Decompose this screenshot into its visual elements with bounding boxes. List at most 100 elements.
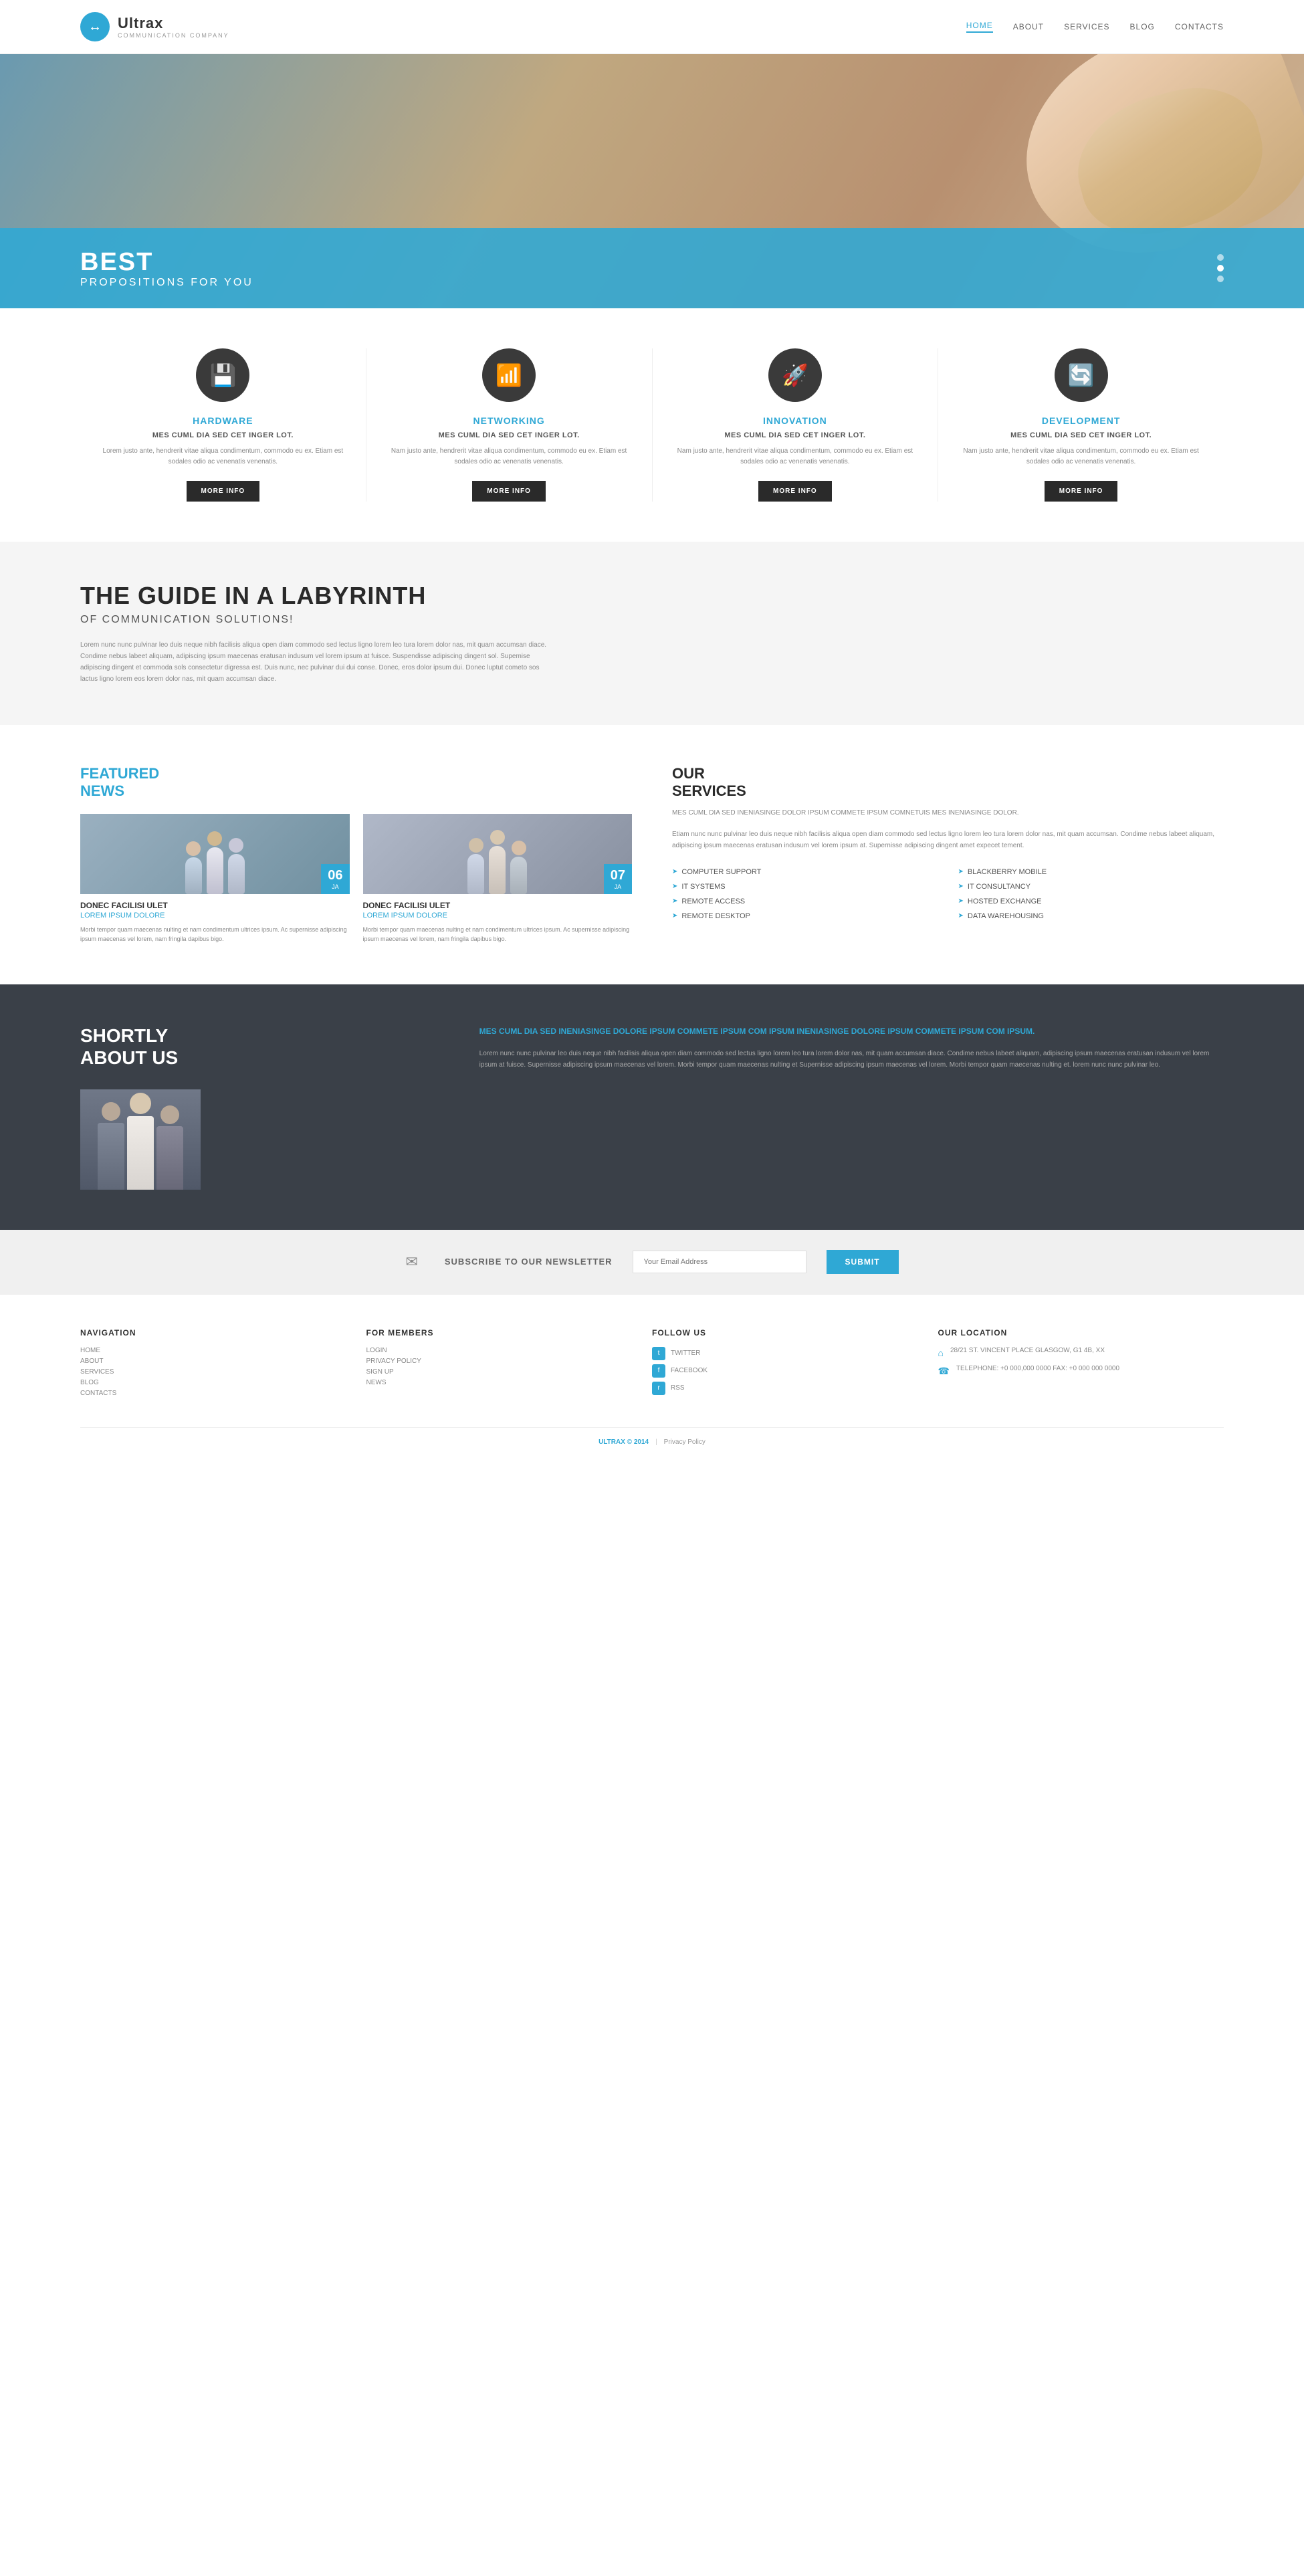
- footer-nav-contacts[interactable]: CONTACTS: [80, 1390, 353, 1397]
- hero-text: BEST PROPOSITIONS FOR YOU: [80, 248, 253, 289]
- nav-services[interactable]: SERVICES: [1064, 22, 1109, 31]
- development-more-info[interactable]: MORE INFO: [1045, 481, 1118, 502]
- networking-desc: Nam justo ante, hendrerit vitae aliqua c…: [380, 446, 639, 467]
- chevron-right-icon: ➤: [958, 897, 964, 905]
- service-remote-access[interactable]: ➤ REMOTE ACCESS: [672, 894, 938, 909]
- logo-icon: ↔: [80, 12, 110, 41]
- phone-icon: ☎: [938, 1366, 950, 1377]
- services-columns: ➤ COMPUTER SUPPORT ➤ IT SYSTEMS ➤ REMOTE…: [672, 865, 1224, 924]
- footer-separator: |: [655, 1438, 657, 1446]
- news-card-1-desc: Morbi tempor quam maecenas nulting et na…: [80, 925, 350, 944]
- email-icon: ✉: [405, 1253, 417, 1271]
- hardware-desc: Lorem justo ante, hendrerit vitae aliqua…: [94, 446, 352, 467]
- hardware-sub: MES CUML DIA SED CET INGER LOT.: [152, 431, 294, 439]
- networking-more-info[interactable]: MORE INFO: [472, 481, 546, 502]
- newsletter-label: SUBSCRIBE TO OUR NEWSLETTER: [445, 1257, 613, 1267]
- news-img-people-1: [80, 814, 350, 894]
- innovation-icon: 🚀: [768, 348, 822, 402]
- innovation-sub: MES CUML DIA SED CET INGER LOT.: [724, 431, 865, 439]
- footer-members-news[interactable]: NEWS: [366, 1379, 639, 1386]
- facebook-label: FACEBOOK: [671, 1367, 708, 1374]
- news-card-1-sub: LOREM IPSUM DOLORE: [80, 911, 350, 920]
- service-hosted-exchange[interactable]: ➤ HOSTED EXCHANGE: [958, 894, 1224, 909]
- footer-members-signup[interactable]: SIGN UP: [366, 1368, 639, 1376]
- footer-nav-title: NAVIGATION: [80, 1328, 353, 1337]
- logo-name: Ultrax: [118, 15, 229, 32]
- featured-news: FEATURED NEWS: [80, 765, 632, 944]
- hero-dot-1[interactable]: [1217, 254, 1224, 261]
- newsletter-email-input[interactable]: [633, 1251, 806, 1273]
- news-card-2-title: DONEC FACILISI ULET: [363, 901, 633, 910]
- about-section: SHORTLY ABOUT US MES CUML DIA SED I: [0, 984, 1304, 1230]
- footer-facebook[interactable]: f FACEBOOK: [652, 1364, 925, 1378]
- footer-rss[interactable]: r RSS: [652, 1382, 925, 1395]
- labyrinth-title: THE GUIDE IN A LABYRINTH: [80, 582, 1224, 610]
- feature-hardware: 💾 HARDWARE MES CUML DIA SED CET INGER LO…: [80, 348, 366, 502]
- service-it-consultancy[interactable]: ➤ IT CONSULTANCY: [958, 879, 1224, 894]
- footer-twitter[interactable]: t TWITTER: [652, 1347, 925, 1360]
- content-section: FEATURED NEWS: [0, 725, 1304, 984]
- footer-members-col: FOR MEMBERS LOGIN PRIVACY POLICY SIGN UP…: [366, 1328, 653, 1400]
- about-people-image: [80, 1089, 201, 1190]
- footer-social-title: FOLLOW US: [652, 1328, 925, 1337]
- networking-sub: MES CUML DIA SED CET INGER LOT.: [439, 431, 580, 439]
- nav-about[interactable]: ABOUT: [1013, 22, 1044, 31]
- service-data-warehousing[interactable]: ➤ DATA WAREHOUSING: [958, 909, 1224, 924]
- footer-bottom: ULTRAX © 2014 | Privacy Policy: [80, 1427, 1224, 1446]
- logo: ↔ Ultrax COMMUNICATION COMPANY: [80, 12, 229, 41]
- hero-section: BEST PROPOSITIONS FOR YOU: [0, 54, 1304, 308]
- footer-nav-about[interactable]: ABOUT: [80, 1358, 353, 1365]
- feature-innovation: 🚀 INNOVATION MES CUML DIA SED CET INGER …: [653, 348, 939, 502]
- hardware-icon: 💾: [196, 348, 249, 402]
- logo-text: Ultrax COMMUNICATION COMPANY: [118, 15, 229, 39]
- chevron-right-icon: ➤: [958, 868, 964, 875]
- chevron-right-icon: ➤: [672, 897, 677, 905]
- footer: NAVIGATION HOME ABOUT SERVICES BLOG CONT…: [0, 1294, 1304, 1466]
- footer-location-title: OUR LOCATION: [938, 1328, 1211, 1337]
- hero-dot-2[interactable]: [1217, 265, 1224, 272]
- hero-dot-3[interactable]: [1217, 276, 1224, 282]
- footer-brand: ULTRAX © 2014: [599, 1438, 649, 1446]
- news-cards: 06 JA DONEC FACILISI ULET LOREM IPSUM DO…: [80, 814, 632, 944]
- networking-title: NETWORKING: [473, 415, 545, 426]
- chevron-right-icon: ➤: [672, 868, 677, 875]
- news-date-2: 07 JA: [604, 864, 632, 894]
- service-it-systems[interactable]: ➤ IT SYSTEMS: [672, 879, 938, 894]
- nav-home[interactable]: HOME: [966, 21, 993, 33]
- service-computer-support[interactable]: ➤ COMPUTER SUPPORT: [672, 865, 938, 879]
- our-services-label: OUR SERVICES: [672, 765, 1224, 800]
- logo-sub: COMMUNICATION COMPANY: [118, 32, 229, 39]
- networking-icon: 📶: [482, 348, 536, 402]
- footer-members-login[interactable]: LOGIN: [366, 1347, 639, 1354]
- news-card-2-image: 07 JA: [363, 814, 633, 894]
- footer-address: ⌂ 28/21 ST. VINCENT PLACE GLASGOW, G1 4B…: [938, 1347, 1211, 1358]
- hardware-more-info[interactable]: MORE INFO: [187, 481, 260, 502]
- service-remote-desktop[interactable]: ➤ REMOTE DESKTOP: [672, 909, 938, 924]
- twitter-label: TWITTER: [671, 1350, 700, 1357]
- twitter-icon: t: [652, 1347, 665, 1360]
- nav-contacts[interactable]: CONTACTS: [1175, 22, 1224, 31]
- news-img-people-2: [363, 814, 633, 894]
- newsletter-submit-button[interactable]: SUBMIT: [827, 1250, 899, 1274]
- services-col-2: ➤ BLACKBERRY MOBILE ➤ IT CONSULTANCY ➤ H…: [958, 865, 1224, 924]
- featured-news-label: FEATURED NEWS: [80, 765, 632, 800]
- about-photo: [80, 1089, 201, 1190]
- service-blackberry[interactable]: ➤ BLACKBERRY MOBILE: [958, 865, 1224, 879]
- footer-nav-blog[interactable]: BLOG: [80, 1379, 353, 1386]
- development-desc: Nam justo ante, hendrerit vitae aliqua c…: [952, 446, 1210, 467]
- footer-nav-home[interactable]: HOME: [80, 1347, 353, 1354]
- news-card-2-desc: Morbi tempor quam maecenas nulting et na…: [363, 925, 633, 944]
- innovation-more-info[interactable]: MORE INFO: [758, 481, 832, 502]
- innovation-desc: Nam justo ante, hendrerit vitae aliqua c…: [666, 446, 925, 467]
- hero-dots: [1217, 254, 1224, 282]
- innovation-title: INNOVATION: [763, 415, 827, 426]
- footer-privacy-link[interactable]: Privacy Policy: [664, 1438, 705, 1446]
- our-services: OUR SERVICES MES CUML DIA SED INENIASING…: [672, 765, 1224, 944]
- nav-blog[interactable]: BLOG: [1130, 22, 1155, 31]
- hero-overlay: BEST PROPOSITIONS FOR YOU: [0, 228, 1304, 308]
- footer-members-privacy[interactable]: PRIVACY POLICY: [366, 1358, 639, 1365]
- footer-nav-services[interactable]: SERVICES: [80, 1368, 353, 1376]
- chevron-right-icon: ➤: [958, 912, 964, 920]
- footer-phone: ☎ TELEPHONE: +0 000,000 0000 FAX: +0 000…: [938, 1365, 1211, 1377]
- development-title: DEVELOPMENT: [1042, 415, 1121, 426]
